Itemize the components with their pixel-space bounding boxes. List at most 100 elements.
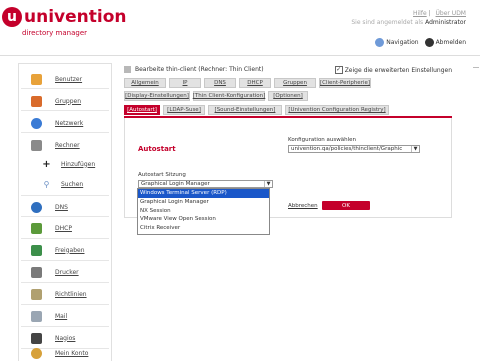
sidebar-item-gruppen[interactable]: Gruppen bbox=[19, 93, 111, 109]
sidebar-divider bbox=[21, 195, 109, 196]
header-divider bbox=[0, 55, 480, 56]
tab-client-peripherie[interactable]: [Client-Peripherie] bbox=[319, 78, 371, 88]
tab-dhcp[interactable]: DHCP bbox=[239, 78, 271, 88]
sidebar-item-mein-konto[interactable]: Mein Konto bbox=[19, 345, 111, 361]
globe-icon bbox=[31, 201, 42, 213]
config-value: univention.qa/policies/thinclient/Graphi… bbox=[291, 146, 403, 152]
session-value: Graphical Login Manager bbox=[141, 181, 210, 187]
sidebar-item-netzwerk[interactable]: Netzwerk bbox=[19, 115, 111, 131]
navigation-icon[interactable] bbox=[375, 38, 385, 47]
sidebar-item-nagios[interactable]: Nagios bbox=[19, 330, 111, 346]
sidebar-item-label: Gruppen bbox=[55, 97, 82, 105]
sidebar-item-mail[interactable]: Mail bbox=[19, 308, 111, 324]
tab-dns[interactable]: DNS bbox=[204, 78, 236, 88]
network-icon bbox=[31, 117, 42, 129]
sidebar-item-label: Nagios bbox=[55, 334, 76, 342]
share-icon bbox=[31, 244, 42, 256]
sidebar-item-label: Hinzufügen bbox=[61, 160, 96, 168]
tab-univention-configuration-registry[interactable]: [Univention Configuration Registry] bbox=[285, 105, 389, 115]
sidebar-divider bbox=[21, 216, 109, 217]
about-link[interactable]: Über UDM bbox=[436, 10, 466, 17]
tab-sound-einstellungen[interactable]: [Sound-Einstellungen] bbox=[208, 105, 282, 115]
scrollbar-thumb[interactable] bbox=[473, 67, 479, 68]
chevron-down-icon[interactable]: ▼ bbox=[411, 146, 419, 152]
sidebar-item-freigaben[interactable]: Freigaben bbox=[19, 242, 111, 258]
chevron-down-icon[interactable]: ▼ bbox=[264, 181, 272, 187]
header: u univention directory manager Hilfe | Ü… bbox=[0, 0, 480, 60]
tab-gruppen[interactable]: Gruppen bbox=[274, 78, 316, 88]
header-nav: Navigation Abmelden bbox=[369, 38, 466, 47]
plus-icon: + bbox=[42, 158, 51, 170]
sidebar-item-label: Mein Konto bbox=[55, 349, 89, 357]
sidebar-item-rechner[interactable]: Rechner bbox=[19, 137, 111, 153]
section-title: Autostart bbox=[138, 145, 176, 153]
thin-client-icon bbox=[124, 66, 131, 73]
sidebar-item-drucker[interactable]: Drucker bbox=[19, 264, 111, 280]
tab-row-2: [Display-Einstellungen] [Thin Client-Kon… bbox=[124, 91, 311, 101]
computer-icon bbox=[31, 139, 42, 151]
page-scrollbar[interactable] bbox=[472, 60, 480, 360]
session-dropdown-list: Windows Terminal Server (RDP) Graphical … bbox=[137, 188, 270, 235]
dropdown-option[interactable]: Citrix Receiver bbox=[138, 224, 269, 233]
sidebar-item-label: Suchen bbox=[61, 180, 84, 188]
user-icon bbox=[31, 73, 42, 85]
tab-thin-client-konfiguration[interactable]: [Thin Client-Konfiguration] bbox=[193, 91, 265, 101]
extended-settings-toggle[interactable]: ✓ Zeige die erweiterten Einstellungen bbox=[334, 66, 452, 74]
dhcp-icon bbox=[31, 222, 42, 234]
sidebar-item-suchen[interactable]: ⚲ Suchen bbox=[19, 176, 111, 192]
page-title: Bearbeite thin-client (Rechner: Thin Cli… bbox=[135, 66, 264, 73]
dropdown-option[interactable]: Graphical Login Manager bbox=[138, 198, 269, 207]
session-label: Autostart Sitzung bbox=[138, 172, 186, 178]
extended-settings-checkbox[interactable]: ✓ bbox=[334, 66, 343, 74]
sidebar-item-richtlinien[interactable]: Richtlinien bbox=[19, 286, 111, 302]
dropdown-option[interactable]: NX Session bbox=[138, 206, 269, 215]
help-link[interactable]: Hilfe bbox=[413, 10, 427, 17]
top-links: Hilfe | Über UDM bbox=[410, 10, 466, 17]
login-info: Sie sind angemeldet als Administrator bbox=[351, 19, 466, 26]
brand-subtitle: directory manager bbox=[22, 29, 88, 37]
config-select[interactable]: univention.qa/policies/thinclient/Graphi… bbox=[288, 145, 420, 153]
logo-icon: u bbox=[2, 7, 22, 27]
printer-icon bbox=[31, 266, 42, 278]
tab-optionen[interactable]: [Optionen] bbox=[268, 91, 308, 101]
account-icon bbox=[31, 347, 42, 359]
nagios-icon bbox=[31, 332, 42, 344]
tab-row-3: [Autostart] [LDAP-Suse] [Sound-Einstellu… bbox=[124, 105, 392, 115]
tab-row-1: Allgemein IP DNS DHCP Gruppen [Client-Pe… bbox=[124, 78, 374, 88]
logo[interactable]: u univention bbox=[2, 7, 126, 27]
session-select[interactable]: Graphical Login Manager ▼ bbox=[138, 180, 273, 188]
sidebar-item-dhcp[interactable]: DHCP bbox=[19, 220, 111, 236]
navigation-button[interactable]: Navigation bbox=[386, 39, 418, 46]
sidebar-item-label: Freigaben bbox=[55, 246, 85, 254]
cancel-button[interactable]: Abbrechen bbox=[288, 203, 318, 209]
sidebar-item-label: Benutzer bbox=[55, 75, 83, 83]
tab-allgemein[interactable]: Allgemein bbox=[124, 78, 166, 88]
sidebar-item-label: DNS bbox=[55, 203, 68, 211]
sidebar-divider bbox=[21, 110, 109, 111]
sidebar-divider bbox=[21, 260, 109, 261]
tab-ip[interactable]: IP bbox=[169, 78, 201, 88]
magnifier-icon: ⚲ bbox=[43, 179, 50, 189]
edit-title: Bearbeite thin-client (Rechner: Thin Cli… bbox=[124, 66, 264, 73]
sidebar-item-dns[interactable]: DNS bbox=[19, 199, 111, 215]
sidebar: Benutzer Gruppen Netzwerk Rechner + Hinz… bbox=[18, 63, 112, 361]
extended-settings-label: Zeige die erweiterten Einstellungen bbox=[344, 66, 452, 74]
sidebar-item-hinzufuegen[interactable]: + Hinzufügen bbox=[19, 156, 111, 172]
sidebar-item-label: Mail bbox=[55, 312, 68, 320]
dropdown-option[interactable]: Windows Terminal Server (RDP) bbox=[138, 189, 269, 198]
tab-ldap-suse[interactable]: [LDAP-Suse] bbox=[163, 105, 205, 115]
brand-name: univention bbox=[24, 7, 127, 27]
logout-button[interactable]: Abmelden bbox=[436, 39, 466, 46]
sidebar-divider bbox=[21, 282, 109, 283]
tab-display-einstellungen[interactable]: [Display-Einstellungen] bbox=[124, 91, 190, 101]
sidebar-item-label: Richtlinien bbox=[55, 290, 87, 298]
power-icon[interactable] bbox=[424, 38, 434, 47]
mail-icon bbox=[31, 310, 42, 322]
sidebar-item-benutzer[interactable]: Benutzer bbox=[19, 71, 111, 87]
sidebar-item-label: DHCP bbox=[55, 224, 72, 232]
sidebar-item-label: Rechner bbox=[55, 141, 80, 149]
dropdown-option[interactable]: VMware View Open Session bbox=[138, 215, 269, 224]
ok-button[interactable]: OK bbox=[322, 201, 370, 210]
sidebar-item-label: Drucker bbox=[55, 268, 79, 276]
tab-autostart[interactable]: [Autostart] bbox=[124, 105, 160, 115]
